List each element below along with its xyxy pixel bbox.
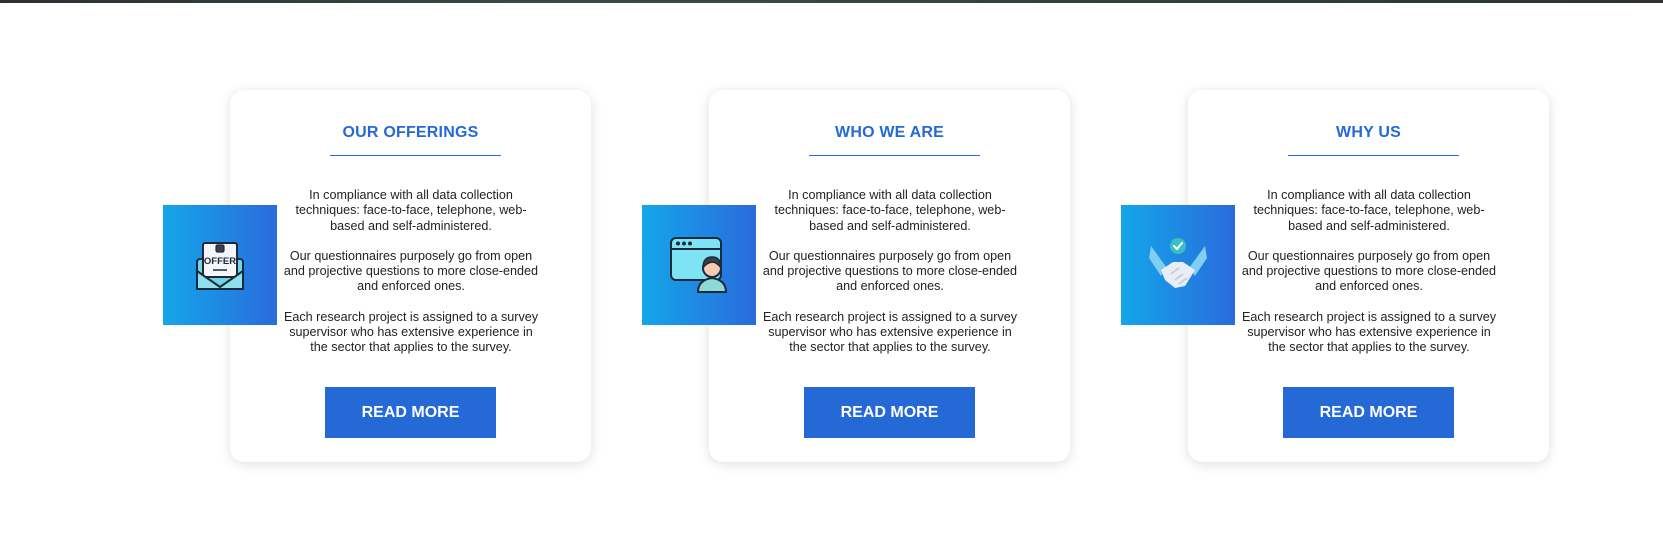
title-underline [1288, 155, 1459, 156]
card-description: In compliance with all data collection t… [759, 188, 1021, 371]
card-paragraph: Our questionnaires purposely go from ope… [762, 248, 1018, 294]
card-paragraph: Each research project is assigned to a s… [762, 309, 1018, 355]
title-underline [809, 155, 980, 156]
card-title: WHY US [1336, 124, 1401, 141]
top-banner-edge [0, 0, 1663, 3]
why-us-icon-tile [1121, 205, 1235, 325]
card-who-we-are: WHO WE ARE In compliance with all data c… [709, 90, 1070, 462]
card-paragraph: Our questionnaires purposely go from ope… [283, 248, 539, 294]
card-description: In compliance with all data collection t… [280, 188, 542, 371]
card-title: WHO WE ARE [835, 124, 944, 141]
card-paragraph: In compliance with all data collection t… [1253, 188, 1485, 233]
card-paragraph: Our questionnaires purposely go from ope… [1241, 248, 1497, 294]
card-paragraph: In compliance with all data collection t… [774, 188, 1006, 233]
who-we-are-icon-tile [642, 205, 756, 325]
card-why-us: WHY US In compliance with all data colle… [1188, 90, 1549, 462]
handshake-check-icon [1149, 238, 1207, 288]
read-more-button[interactable]: READ MORE [804, 387, 975, 438]
read-more-button[interactable]: READ MORE [325, 387, 496, 438]
offerings-icon-tile: OFFER [163, 205, 277, 325]
card-paragraph: In compliance with all data collection t… [295, 188, 527, 233]
offer-envelope-icon: OFFER [196, 242, 244, 290]
card-paragraph: Each research project is assigned to a s… [1241, 309, 1497, 355]
read-more-button[interactable]: READ MORE [1283, 387, 1454, 438]
card-paragraph: Each research project is assigned to a s… [283, 309, 539, 355]
title-underline [330, 155, 501, 156]
card-our-offerings: OUR OFFERINGS In compliance with all dat… [230, 90, 591, 462]
offer-text: OFFER [204, 256, 236, 267]
card-description: In compliance with all data collection t… [1238, 188, 1500, 371]
card-title: OUR OFFERINGS [342, 124, 479, 141]
person-browser-icon [670, 237, 728, 293]
